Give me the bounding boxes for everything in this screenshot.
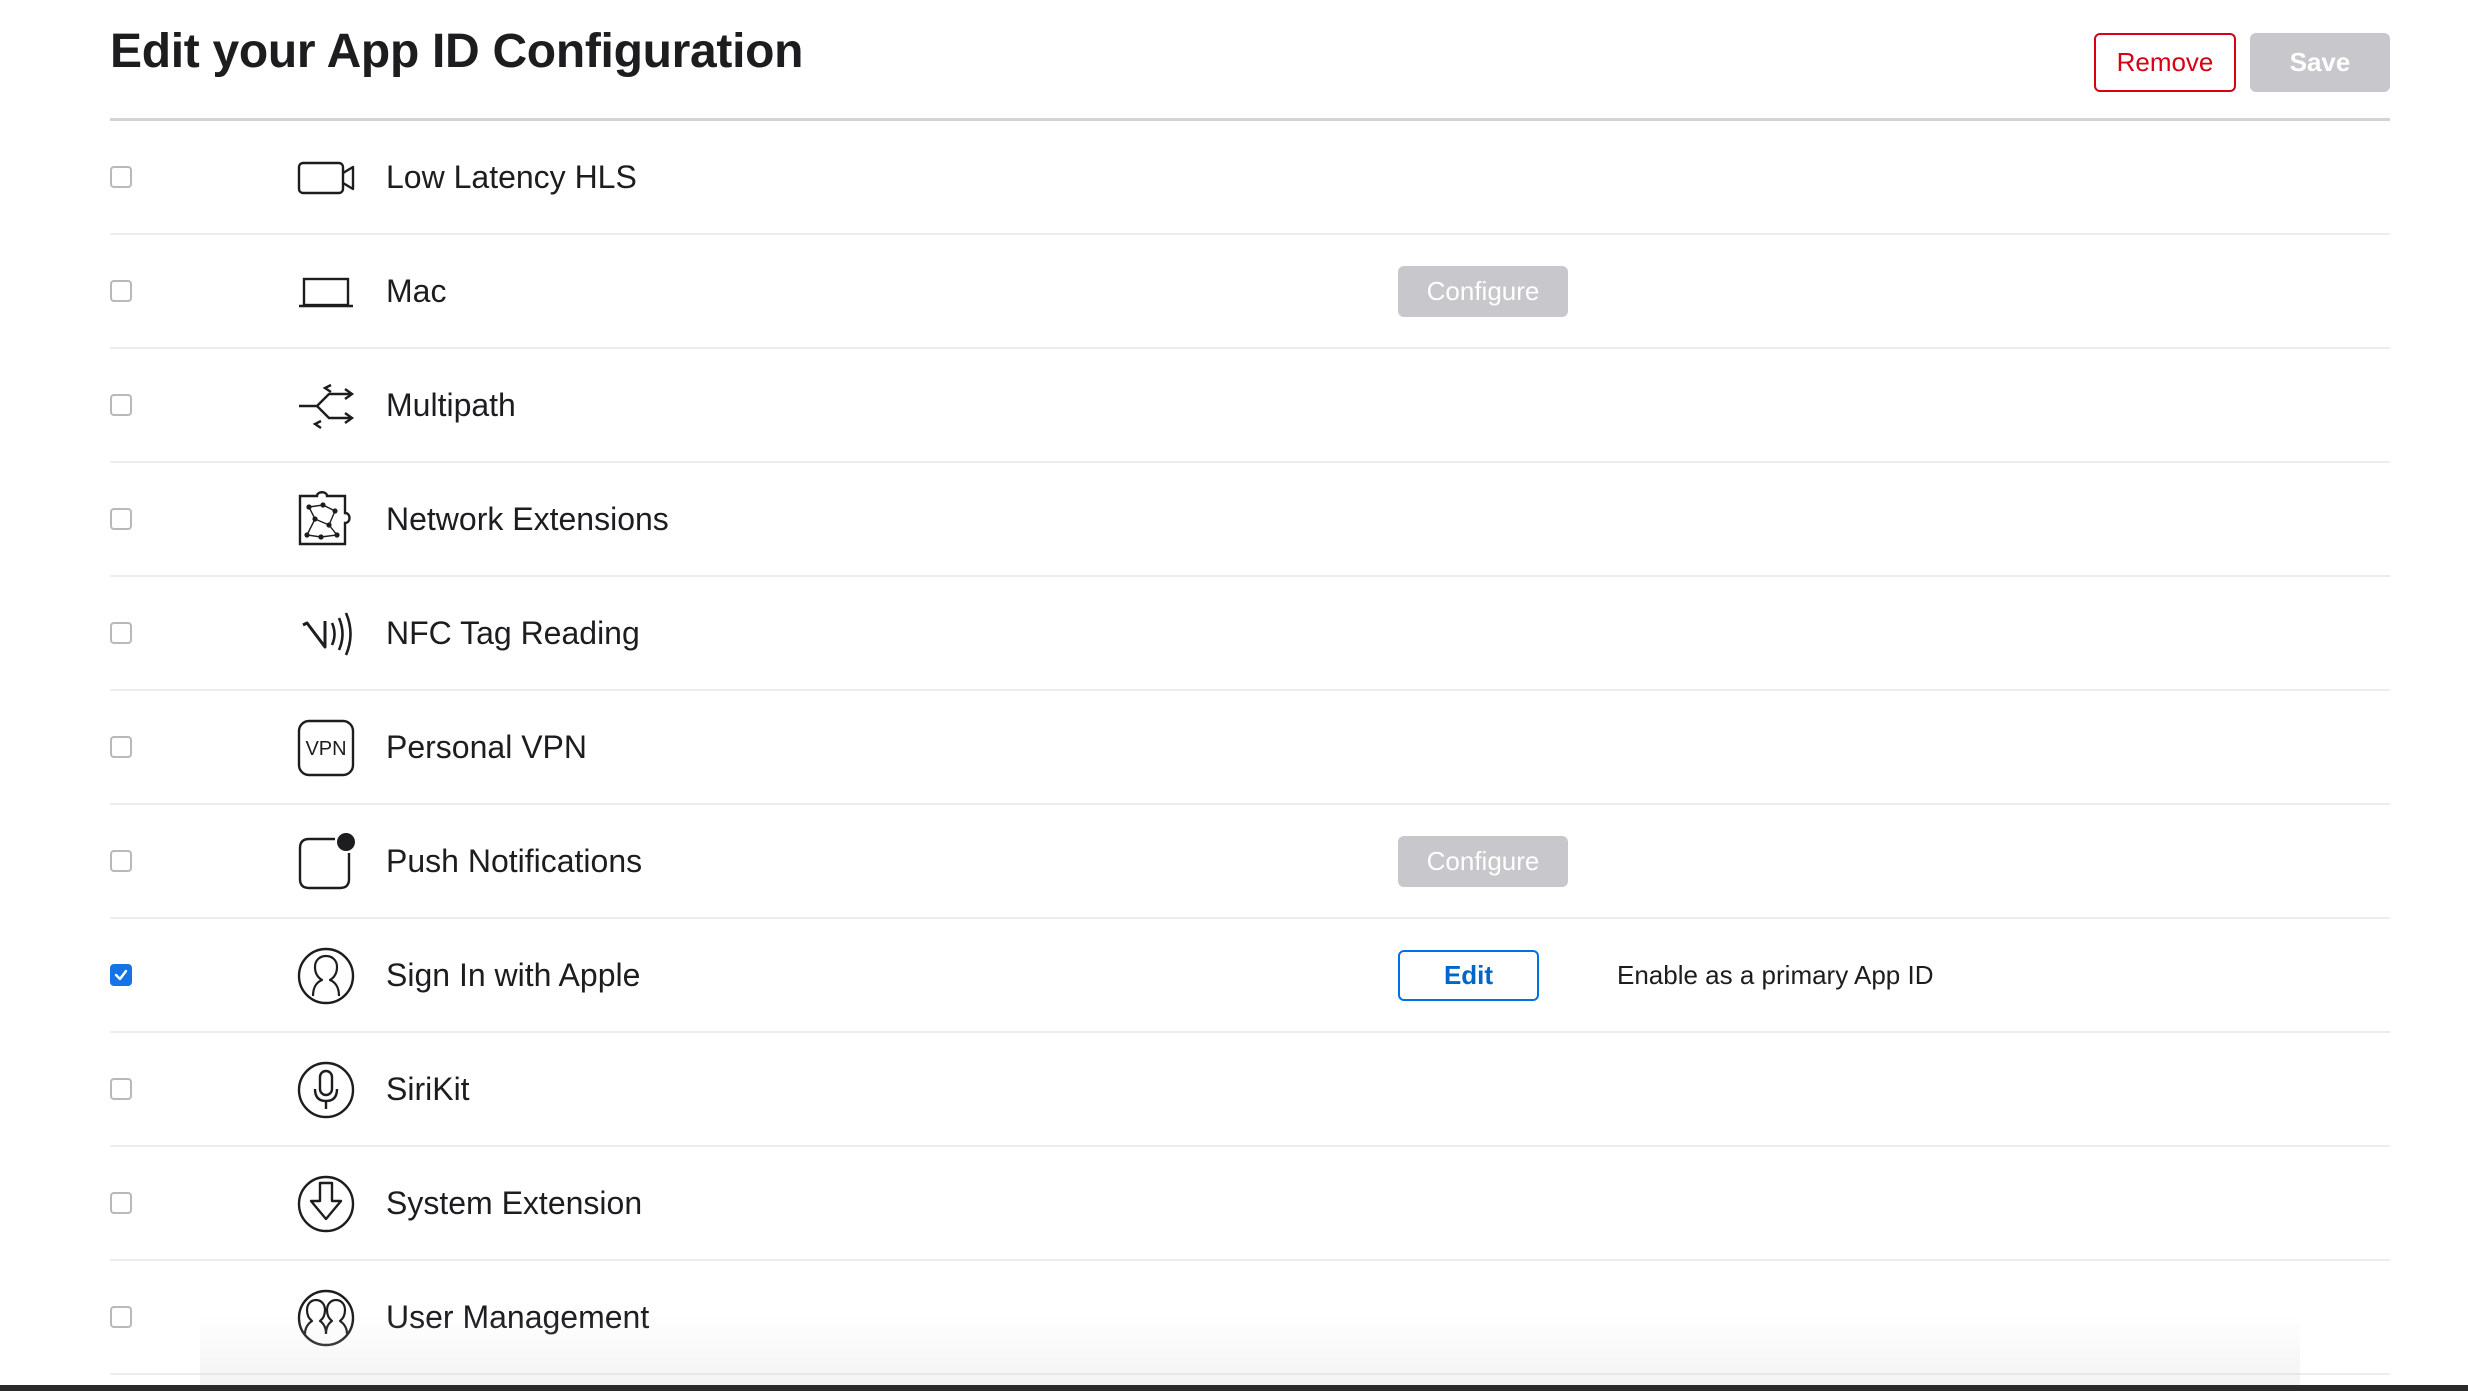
- capability-checkbox[interactable]: [110, 1306, 132, 1328]
- capability-checkbox[interactable]: [110, 622, 132, 644]
- person-circle-icon: [297, 947, 355, 1005]
- capability-row-multipath: Multipath: [110, 349, 2390, 463]
- remove-button[interactable]: Remove: [2094, 33, 2236, 92]
- capability-checkbox[interactable]: [110, 166, 132, 188]
- capabilities-list: Low Latency HLS Mac Configure Multipath …: [110, 121, 2390, 1375]
- capability-label: System Extension: [386, 1185, 643, 1221]
- capability-row-push-notifications: Push Notifications Configure: [110, 805, 2390, 919]
- bottom-edge: [0, 1385, 2468, 1391]
- capability-label: Multipath: [386, 387, 516, 423]
- vpn-icon: VPN: [297, 719, 355, 777]
- push-notification-icon: [298, 833, 355, 890]
- configure-button[interactable]: Configure: [1398, 266, 1568, 317]
- capability-row-low-latency-hls: Low Latency HLS: [110, 121, 2390, 235]
- capability-label: Network Extensions: [386, 501, 669, 537]
- users-circle-icon: [297, 1289, 355, 1347]
- capability-label: SiriKit: [386, 1071, 470, 1107]
- capability-row-nfc-tag-reading: NFC Tag Reading: [110, 577, 2390, 691]
- capability-row-sirikit: SiriKit: [110, 1033, 2390, 1147]
- svg-text:VPN: VPN: [305, 738, 346, 760]
- capability-label: Low Latency HLS: [386, 159, 637, 195]
- page-title: Edit your App ID Configuration: [110, 25, 804, 78]
- edit-button[interactable]: Edit: [1398, 950, 1539, 1001]
- header-actions: Remove Save: [2094, 33, 2390, 92]
- app-id-config-page: Edit your App ID Configuration Remove Sa…: [110, 0, 2390, 1391]
- capability-checkbox[interactable]: [110, 736, 132, 758]
- primary-app-id-note: Enable as a primary App ID: [1617, 960, 1934, 990]
- capability-label: Sign In with Apple: [386, 957, 641, 993]
- capability-checkbox[interactable]: [110, 280, 132, 302]
- capability-checkbox[interactable]: [110, 394, 132, 416]
- save-button[interactable]: Save: [2250, 33, 2390, 92]
- download-circle-icon: [297, 1175, 355, 1233]
- capability-row-personal-vpn: VPN Personal VPN: [110, 691, 2390, 805]
- nfc-icon: [302, 612, 352, 656]
- laptop-icon: [299, 277, 353, 308]
- capability-label: Push Notifications: [386, 843, 643, 879]
- microphone-icon: [297, 1061, 355, 1119]
- video-camera-icon: [297, 161, 355, 195]
- capability-checkbox[interactable]: [110, 1192, 132, 1214]
- capability-row-network-extensions: Network Extensions: [110, 463, 2390, 577]
- capability-checkbox[interactable]: [110, 964, 132, 986]
- capability-label: Personal VPN: [386, 729, 587, 765]
- capability-label: Mac: [386, 273, 447, 309]
- capability-label: NFC Tag Reading: [386, 615, 640, 651]
- page-header: Edit your App ID Configuration Remove Sa…: [110, 0, 2390, 121]
- capability-row-mac: Mac Configure: [110, 235, 2390, 349]
- network-extension-icon: [298, 491, 351, 546]
- capability-checkbox[interactable]: [110, 850, 132, 872]
- checkmark-icon: [114, 969, 128, 981]
- capability-checkbox[interactable]: [110, 1078, 132, 1100]
- capability-checkbox[interactable]: [110, 508, 132, 530]
- capability-row-user-management: User Management: [110, 1261, 2390, 1375]
- capability-label: User Management: [386, 1299, 650, 1335]
- configure-button[interactable]: Configure: [1398, 836, 1568, 887]
- multipath-arrows-icon: [299, 383, 355, 429]
- capability-row-sign-in-with-apple: Sign In with Apple Edit Enable as a prim…: [110, 919, 2390, 1033]
- capability-row-system-extension: System Extension: [110, 1147, 2390, 1261]
